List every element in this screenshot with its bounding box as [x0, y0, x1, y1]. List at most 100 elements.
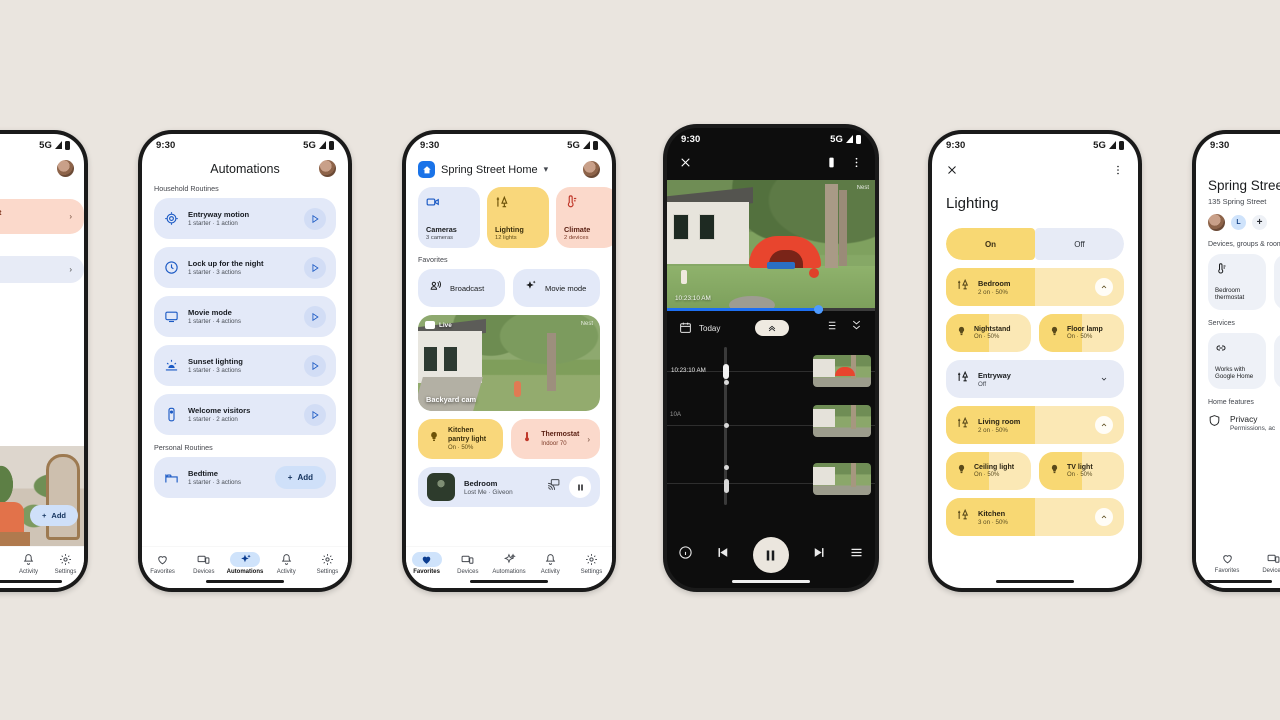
- segment-on[interactable]: On: [946, 228, 1035, 260]
- nav-item-settings[interactable]: Settings: [571, 552, 612, 575]
- jump-to-live-button[interactable]: [755, 320, 790, 336]
- light-nightstand[interactable]: Nightstand On · 50%: [946, 314, 1031, 352]
- automation-row[interactable]: Entryway motion 1 starter · 1 action: [154, 198, 336, 239]
- run-automation-button[interactable]: [304, 403, 326, 426]
- timeline-thumbnail[interactable]: [813, 355, 871, 387]
- avatar[interactable]: [1208, 214, 1225, 231]
- cast-icon[interactable]: [547, 478, 560, 496]
- timeline-thumbnail[interactable]: [813, 405, 871, 437]
- favorite-broadcast[interactable]: Broadcast: [418, 269, 505, 307]
- timeline-thumbnail[interactable]: [813, 463, 871, 495]
- pause-button[interactable]: [752, 537, 789, 573]
- feature-row-privacy[interactable]: Privacy Permissions, ac: [1196, 406, 1280, 432]
- category-card-cameras[interactable]: Cameras 3 cameras: [418, 187, 480, 248]
- nav-label: Devices: [1262, 568, 1280, 574]
- more-options-icon[interactable]: [850, 156, 863, 174]
- video-scrubber[interactable]: [667, 305, 875, 314]
- nav-item-settings[interactable]: Settings: [47, 552, 84, 575]
- automation-row[interactable]: Bedtime 1 starter · 3 actions + Add: [154, 457, 336, 498]
- nav-item-activity[interactable]: Activity: [530, 552, 571, 575]
- run-automation-button[interactable]: [304, 207, 326, 230]
- service-card-works-with-google-home[interactable]: Works with Google Home: [1208, 333, 1266, 389]
- tile-kitchen-pantry-light[interactable]: Kitchen pantry light On · 50%: [418, 419, 504, 459]
- skip-previous-icon[interactable]: [716, 545, 731, 565]
- collapse-group-button[interactable]: [1095, 278, 1113, 296]
- camera-feed-card[interactable]: Live Nest Backyard cam: [418, 315, 600, 411]
- phone-device-home: 9:30 5G Spring Street Home ▾ Cameras 3 c…: [402, 130, 616, 592]
- pause-button[interactable]: [569, 476, 591, 498]
- add-button[interactable]: + Add: [30, 505, 78, 526]
- category-card-lighting[interactable]: Lighting 12 lights: [487, 187, 549, 248]
- home-indicator: [0, 580, 62, 583]
- light-group-living-room[interactable]: Living room 2 on · 50%: [946, 406, 1124, 444]
- more-options-icon[interactable]: [1112, 163, 1124, 181]
- run-automation-button[interactable]: [304, 256, 326, 279]
- automation-row[interactable]: Movie mode 1 starter · 4 actions: [154, 296, 336, 337]
- expand-group-button[interactable]: [1095, 370, 1113, 388]
- event-timeline[interactable]: 10:23:10 AM 10A: [667, 347, 875, 515]
- category-card-climate[interactable]: Climate 2 devices: [556, 187, 612, 248]
- device-card-entryway-door[interactable]: Entryway door: [1274, 254, 1280, 310]
- light-group-entryway[interactable]: Entryway Off: [946, 360, 1124, 398]
- thermostat-title: Thermostat: [0, 208, 1, 217]
- chevron-down-icon[interactable]: ▾: [544, 164, 549, 175]
- service-card-video[interactable]: Video: [1274, 333, 1280, 389]
- display-card[interactable]: Display ›: [0, 256, 84, 283]
- group-name: Kitchen: [978, 508, 1006, 518]
- collapse-group-button[interactable]: [1095, 508, 1113, 526]
- nav-item-favorites[interactable]: Favorites: [142, 552, 183, 575]
- nav-item-favorites[interactable]: Favorites: [406, 552, 447, 575]
- device-card-bedroom-thermostat[interactable]: Bedroom thermostat: [1208, 254, 1266, 310]
- nav-item-activity[interactable]: Activity: [266, 552, 307, 575]
- nav-item-settings[interactable]: Settings: [307, 552, 348, 575]
- menu-icon[interactable]: [849, 545, 864, 565]
- nav-item-devices[interactable]: Devices: [183, 552, 224, 575]
- light-group-kitchen[interactable]: Kitchen 3 on · 50%: [946, 498, 1124, 536]
- close-icon[interactable]: [679, 156, 692, 174]
- automation-row[interactable]: Sunset lighting 1 starter · 3 actions: [154, 345, 336, 386]
- add-member-button[interactable]: +: [1252, 215, 1267, 230]
- segment-off[interactable]: Off: [1035, 228, 1124, 260]
- tile-thermostat[interactable]: Thermostat Indoor 70 ›: [511, 419, 600, 459]
- scrubber-handle[interactable]: [814, 305, 823, 314]
- nav-item-devices[interactable]: Devices: [447, 552, 488, 575]
- timeline-event-dot[interactable]: [724, 380, 729, 385]
- avatar[interactable]: [319, 160, 336, 177]
- timeline-event-dot[interactable]: [724, 479, 729, 493]
- avatar[interactable]: [583, 161, 600, 178]
- bulb-icon: [428, 430, 440, 448]
- avatar[interactable]: [57, 160, 74, 177]
- media-player-card[interactable]: Bedroom Lost Me · Giveon: [418, 467, 600, 507]
- window-decor: [424, 347, 437, 371]
- automation-row[interactable]: Welcome visitors 1 starter · 2 action: [154, 394, 336, 435]
- automation-row[interactable]: Lock up for the night 1 starter · 3 acti…: [154, 247, 336, 288]
- camera-live-view[interactable]: Nest 10:23:10 AM: [667, 180, 875, 308]
- timeline-event-dot[interactable]: [724, 465, 729, 470]
- light-tv[interactable]: TV light On · 50%: [1039, 452, 1124, 490]
- close-icon[interactable]: [946, 163, 958, 181]
- light-group-bedroom[interactable]: Bedroom 2 on · 50%: [946, 268, 1124, 306]
- home-selector-label[interactable]: Spring Street Home: [441, 164, 538, 176]
- light-ceiling[interactable]: Ceiling light On · 50%: [946, 452, 1031, 490]
- lamp-group-icon: [957, 278, 970, 296]
- skip-next-icon[interactable]: [811, 545, 826, 565]
- run-automation-button[interactable]: [304, 305, 326, 328]
- collapse-group-button[interactable]: [1095, 416, 1113, 434]
- collapse-icon[interactable]: [850, 319, 863, 337]
- favorite-movie-mode[interactable]: Movie mode: [513, 269, 600, 307]
- run-automation-button[interactable]: [304, 354, 326, 377]
- thermostat-card[interactable]: Thermostat Indoor 70 ›: [0, 199, 84, 234]
- nav-item-automations[interactable]: Automations: [488, 552, 529, 575]
- list-icon[interactable]: [824, 319, 837, 337]
- light-floor-lamp[interactable]: Floor lamp On · 50%: [1039, 314, 1124, 352]
- member-chip[interactable]: L: [1231, 215, 1246, 230]
- add-button[interactable]: + Add: [274, 466, 326, 489]
- timeline-cursor[interactable]: [723, 364, 729, 379]
- info-icon[interactable]: [678, 545, 693, 565]
- date-selector[interactable]: Today: [679, 321, 720, 336]
- nav-item-automations[interactable]: Automations: [224, 552, 265, 575]
- timeline-event-dot[interactable]: [724, 423, 729, 428]
- favorites-row: Broadcast Movie mode: [406, 269, 612, 307]
- battery-status-icon[interactable]: [825, 156, 838, 174]
- nav-item-activity[interactable]: Activity: [10, 552, 47, 575]
